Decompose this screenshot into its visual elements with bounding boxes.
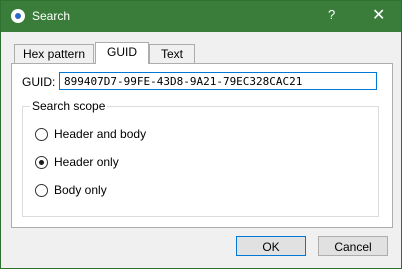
tab-panel-guid: GUID: 899407D7-99FE-43D8-9A21-79EC328CAC… xyxy=(11,63,393,228)
radio-body-only-circle[interactable] xyxy=(35,183,48,197)
search-scope-legend: Search scope xyxy=(30,99,108,113)
tab-guid[interactable]: GUID xyxy=(95,42,149,64)
radio-body-only-label: Body only xyxy=(54,183,107,197)
ok-button[interactable]: OK xyxy=(236,236,306,256)
window-title: Search xyxy=(32,9,71,23)
radio-header-only[interactable]: Header only xyxy=(35,155,119,169)
search-dialog: Search ? ✕ Hex pattern GUID Text GUID: 8… xyxy=(0,0,402,269)
title-bar: Search ? ✕ xyxy=(1,1,401,32)
close-button[interactable]: ✕ xyxy=(372,5,385,25)
help-button[interactable]: ? xyxy=(328,7,335,22)
radio-header-and-body-label: Header and body xyxy=(54,127,147,141)
radio-header-and-body[interactable]: Header and body xyxy=(35,127,146,141)
guid-input[interactable]: 899407D7-99FE-43D8-9A21-79EC328CAC21 xyxy=(59,72,377,90)
tab-hex-pattern[interactable]: Hex pattern xyxy=(14,44,94,63)
search-scope-group: Search scope Header and body Header only… xyxy=(22,99,379,217)
radio-body-only[interactable]: Body only xyxy=(35,183,107,197)
app-icon xyxy=(11,9,25,23)
radio-header-and-body-circle[interactable] xyxy=(35,127,48,141)
tab-text[interactable]: Text xyxy=(149,44,195,63)
radio-header-only-label: Header only xyxy=(54,155,119,169)
radio-header-only-circle[interactable] xyxy=(35,155,48,169)
cancel-button[interactable]: Cancel xyxy=(318,236,388,256)
guid-label: GUID: xyxy=(22,75,56,89)
